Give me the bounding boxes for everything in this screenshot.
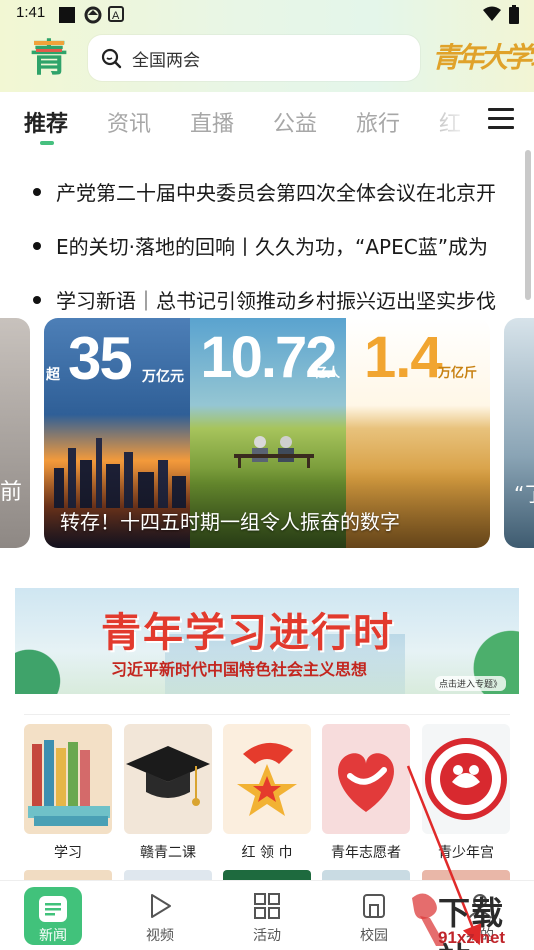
notification-square-icon bbox=[59, 7, 75, 23]
nav-label: 视频 bbox=[146, 928, 174, 944]
section-divider bbox=[24, 714, 510, 715]
headline-item[interactable]: E的关切·落地的回响丨久久为功，“APEC蓝”成为 bbox=[0, 219, 520, 273]
watermark-domain: 91xz.net bbox=[438, 928, 506, 947]
svg-text:A: A bbox=[112, 10, 120, 22]
books-icon bbox=[24, 724, 112, 834]
shortcut-study[interactable]: 学习 bbox=[24, 724, 112, 862]
headline-list: 产党第二十届中央委员会第四次全体会议在北京开 E的关切·落地的回响丨久久为功，“… bbox=[0, 165, 520, 327]
headline-text: E的关切·落地的回响丨久久为功，“APEC蓝”成为 bbox=[56, 235, 489, 259]
shortcut-youth-palace[interactable]: 青少年宫 bbox=[422, 724, 510, 862]
tab-live[interactable]: 直播 bbox=[190, 106, 234, 138]
shortcut-label: 青少年宫 bbox=[438, 845, 494, 861]
grid-icon bbox=[254, 893, 280, 919]
nav-campus[interactable]: 校园 bbox=[334, 881, 414, 950]
top-header: 1:41 A 青 青 全国两会 青年大学习 bbox=[0, 0, 534, 92]
shortcut-row2-item[interactable] bbox=[223, 870, 311, 880]
category-tabs: 推荐 资讯 直播 公益 旅行 红 bbox=[0, 92, 534, 150]
sync-icon bbox=[84, 6, 102, 24]
nav-video[interactable]: 视频 bbox=[120, 881, 200, 950]
shortcut-row2-item[interactable] bbox=[24, 870, 112, 880]
young-pioneer-badge-icon bbox=[223, 724, 311, 834]
menu-icon[interactable] bbox=[488, 108, 514, 132]
search-icon bbox=[101, 48, 122, 69]
banner-enter-link[interactable]: 点击进入专题》 bbox=[435, 676, 507, 691]
search-placeholder: 全国两会 bbox=[132, 50, 200, 71]
youth-study-banner[interactable]: 青年学习进行时 习近平新时代中国特色社会主义思想 点击进入专题》 bbox=[15, 588, 519, 694]
stat-prefix: 超 bbox=[46, 366, 60, 382]
featured-carousel[interactable]: 前 超 35 万亿元 10.72 亿人 1.4 万亿斤 转存！十四五时期一组令人… bbox=[0, 318, 534, 550]
qing-logo-icon[interactable]: 青 bbox=[28, 33, 72, 77]
youth-study-logo-text: 青年大学习 bbox=[432, 41, 534, 74]
nav-activity[interactable]: 活动 bbox=[227, 881, 307, 950]
bullet-dot bbox=[33, 188, 41, 196]
shortcut-label: 红 领 巾 bbox=[241, 845, 293, 861]
stat-value: 35 bbox=[68, 325, 133, 392]
play-icon bbox=[151, 894, 171, 918]
tab-charity[interactable]: 公益 bbox=[273, 106, 317, 138]
status-bar: 1:41 A bbox=[0, 0, 534, 28]
tab-news[interactable]: 资讯 bbox=[107, 106, 151, 138]
next-card-caption: “了 bbox=[514, 482, 534, 506]
shortcut-second-class[interactable]: 赣青二课 bbox=[124, 724, 212, 862]
carousel-prev-card[interactable]: 前 bbox=[0, 318, 30, 548]
shortcut-row2-item[interactable] bbox=[124, 870, 212, 880]
tab-travel[interactable]: 旅行 bbox=[356, 106, 400, 138]
carousel-next-card[interactable]: “了 bbox=[504, 318, 534, 548]
stat-unit: 万亿元 bbox=[142, 368, 184, 384]
shortcut-volunteer[interactable]: 青年志愿者 bbox=[322, 724, 410, 862]
nav-label: 活动 bbox=[253, 928, 281, 944]
headline-text: 产党第二十届中央委员会第四次全体会议在北京开 bbox=[56, 181, 496, 205]
app-a-icon: A bbox=[108, 6, 124, 22]
nav-news[interactable]: 新闻 bbox=[0, 881, 82, 950]
nav-label: 新闻 bbox=[39, 928, 67, 944]
stat-unit: 亿人 bbox=[314, 365, 341, 380]
shortcut-label: 赣青二课 bbox=[140, 845, 196, 861]
tab-recommend[interactable]: 推荐 bbox=[24, 106, 68, 138]
banner-leaf-left bbox=[15, 628, 85, 694]
graduation-cap-icon bbox=[124, 724, 212, 834]
shortcut-label: 学习 bbox=[54, 845, 82, 861]
youth-study-logo[interactable]: 青年大学习 bbox=[432, 34, 534, 80]
campus-icon bbox=[363, 894, 385, 918]
bullet-dot bbox=[33, 242, 41, 250]
wifi-icon bbox=[483, 6, 501, 21]
tabs-fade bbox=[418, 92, 478, 150]
shortcut-row2-item[interactable] bbox=[322, 870, 410, 880]
nav-label: 校园 bbox=[360, 928, 388, 944]
bullet-dot bbox=[33, 296, 41, 304]
headline-text: 学习新语｜总书记引领推动乡村振兴迈出坚实步伐 bbox=[56, 289, 496, 313]
banner-title: 青年学习进行时 bbox=[101, 610, 395, 656]
elderly-couple-bench-icon bbox=[234, 436, 314, 468]
site-watermark: 下载站 91xz.net bbox=[406, 888, 534, 950]
shortcut-row2-item[interactable] bbox=[422, 870, 510, 880]
shortcut-red-scarf[interactable]: 红 领 巾 bbox=[223, 724, 311, 862]
news-icon bbox=[39, 896, 67, 922]
scrollbar[interactable] bbox=[525, 150, 531, 300]
battery-icon bbox=[509, 5, 519, 24]
carousel-caption: 转存！十四五时期一组令人振奋的数字 bbox=[60, 510, 400, 534]
carousel-main-card[interactable]: 超 35 万亿元 10.72 亿人 1.4 万亿斤 转存！十四五时期一组令人振奋… bbox=[44, 318, 490, 548]
banner-subtitle: 习近平新时代中国特色社会主义思想 bbox=[111, 660, 368, 679]
shortcut-label: 青年志愿者 bbox=[331, 845, 401, 861]
search-bar[interactable]: 全国两会 bbox=[88, 35, 420, 81]
active-tab-indicator bbox=[40, 141, 54, 145]
prev-card-caption: 前 bbox=[0, 480, 22, 505]
youth-palace-emblem-icon bbox=[422, 724, 510, 834]
stat-unit: 万亿斤 bbox=[438, 365, 478, 380]
status-time: 1:41 bbox=[16, 4, 46, 21]
headline-item[interactable]: 产党第二十届中央委员会第四次全体会议在北京开 bbox=[0, 165, 520, 219]
volunteer-heart-icon bbox=[322, 724, 410, 834]
stat-value: 1.4 bbox=[364, 325, 443, 390]
